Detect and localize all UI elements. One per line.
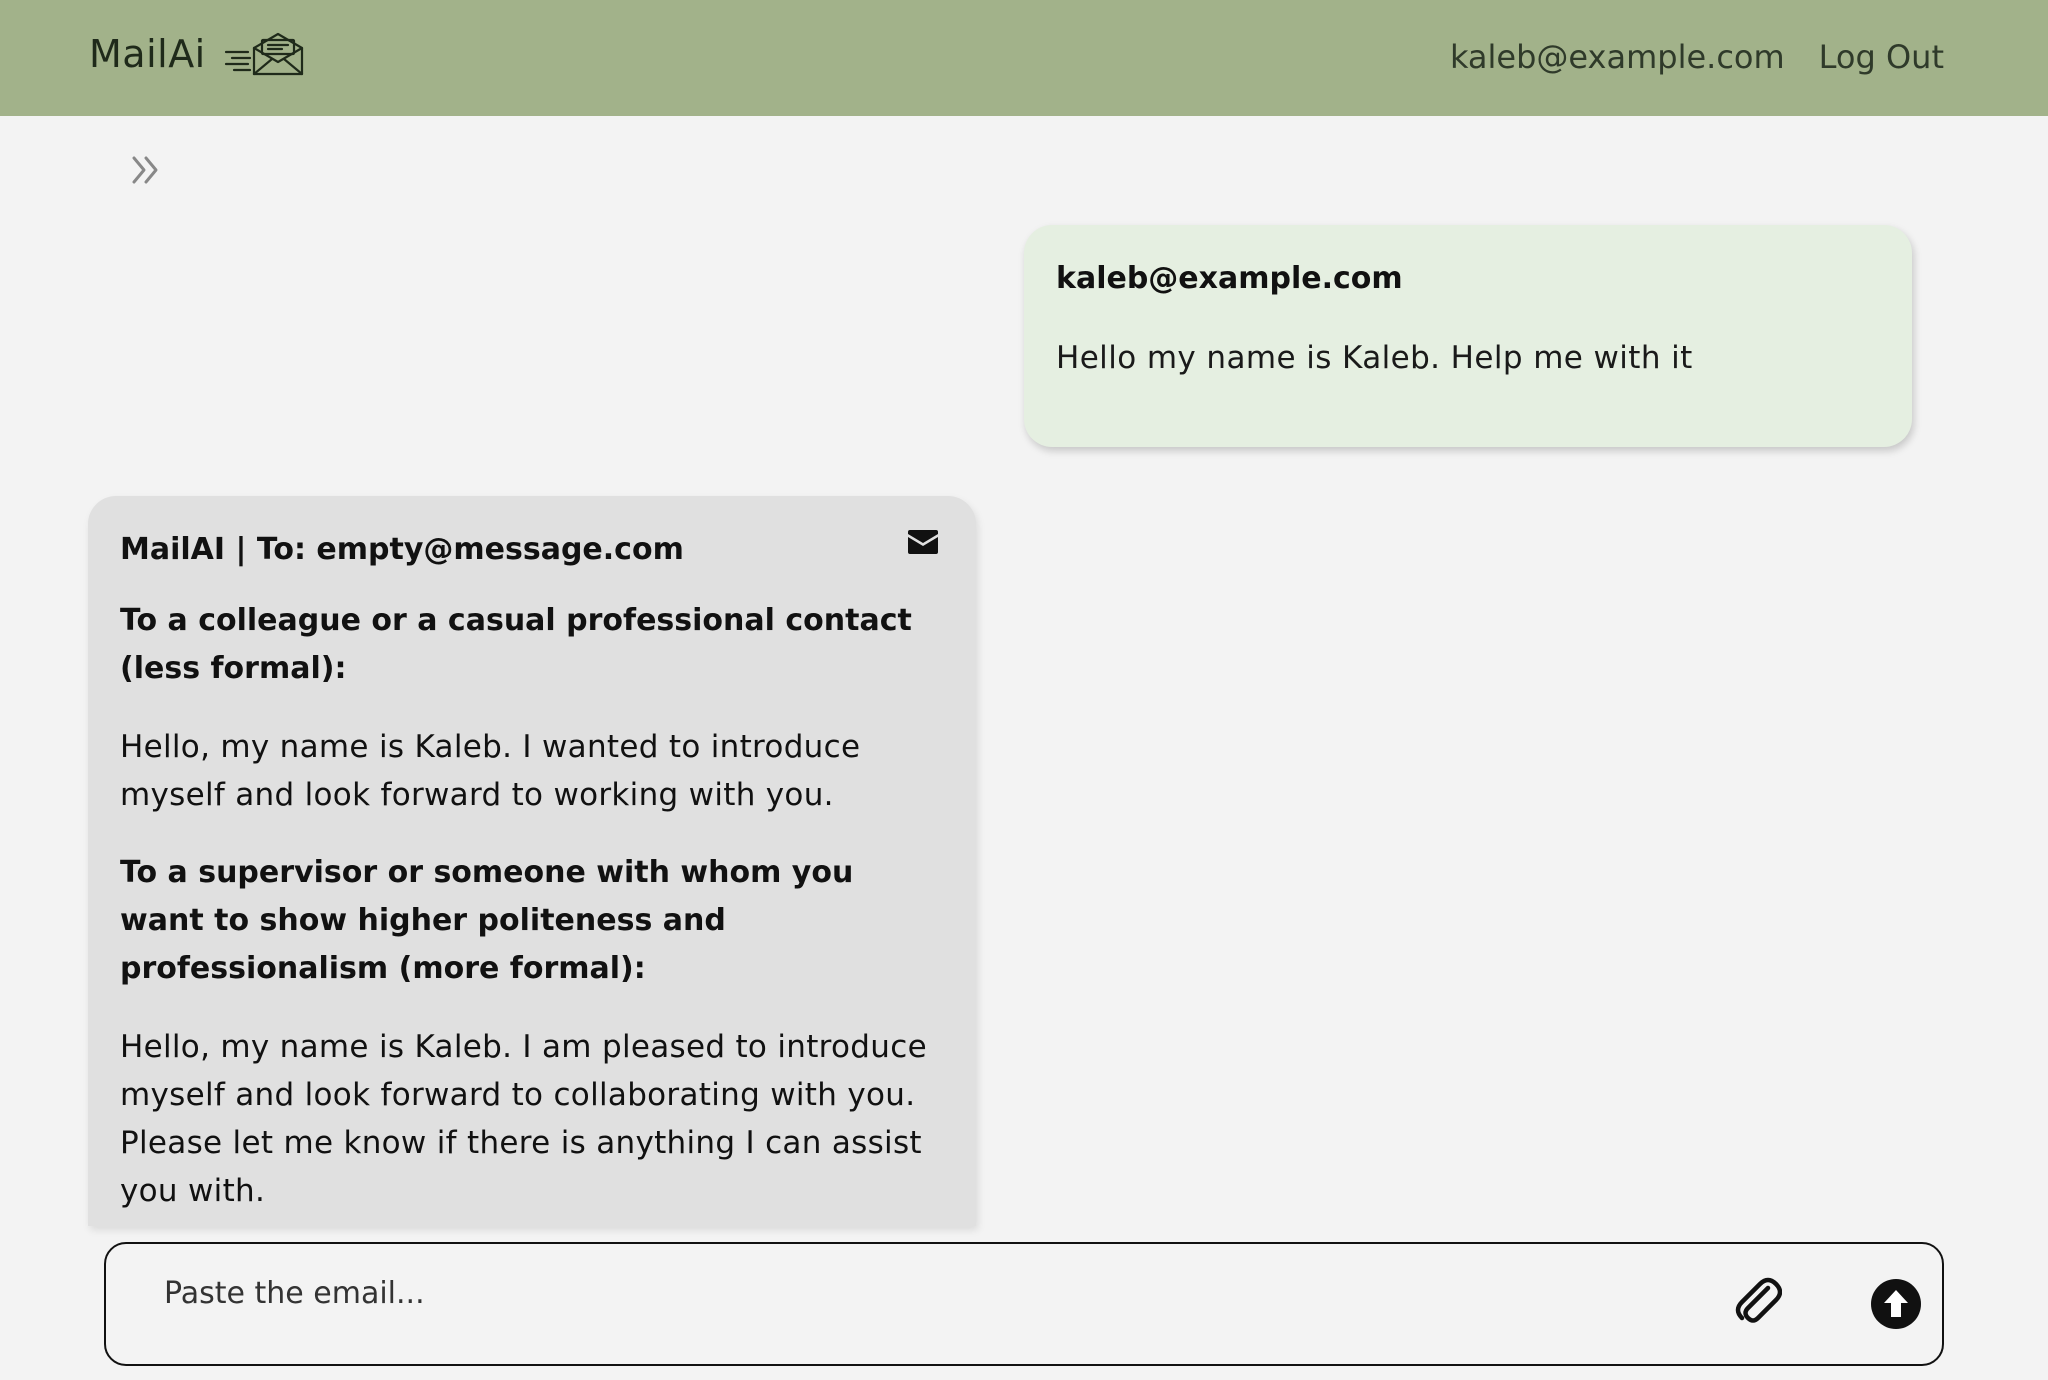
ai-message-bubble: MailAI | To: empty@message.com To a coll…	[88, 496, 976, 1226]
email-paste-input[interactable]	[162, 1262, 1686, 1324]
user-email-link[interactable]: kaleb@example.com	[1450, 38, 1785, 76]
brand[interactable]: MailAi	[89, 30, 306, 78]
paperclip-icon[interactable]	[1732, 1274, 1782, 1330]
chevron-double-right-icon[interactable]	[128, 152, 164, 188]
arrow-up-circle-icon[interactable]	[1870, 1278, 1922, 1330]
envelope-icon[interactable]	[906, 528, 940, 556]
user-message-bubble: kaleb@example.com Hello my name is Kaleb…	[1024, 225, 1912, 447]
ai-section-title: To a supervisor or someone with whom you…	[120, 855, 854, 986]
header-nav: kaleb@example.com Log Out	[1450, 38, 1944, 76]
brand-name[interactable]: MailAi	[89, 32, 206, 76]
envelope-speed-icon	[224, 32, 303, 76]
message-composer	[104, 1242, 1944, 1366]
ai-section-body: Hello, my name is Kaleb. I am pleased to…	[120, 1029, 927, 1209]
ai-section-body: Hello, my name is Kaleb. I wanted to int…	[120, 729, 861, 813]
logout-link[interactable]: Log Out	[1819, 38, 1944, 76]
ai-section-title: To a colleague or a casual professional …	[120, 603, 912, 686]
user-message-text: Hello my name is Kaleb. Help me with it	[1056, 340, 1693, 376]
ai-message-header: MailAI | To: empty@message.com	[120, 532, 684, 567]
top-navbar: MailAi kaleb@example.com Log Out	[0, 0, 2048, 116]
user-message-sender: kaleb@example.com	[1056, 261, 1403, 296]
